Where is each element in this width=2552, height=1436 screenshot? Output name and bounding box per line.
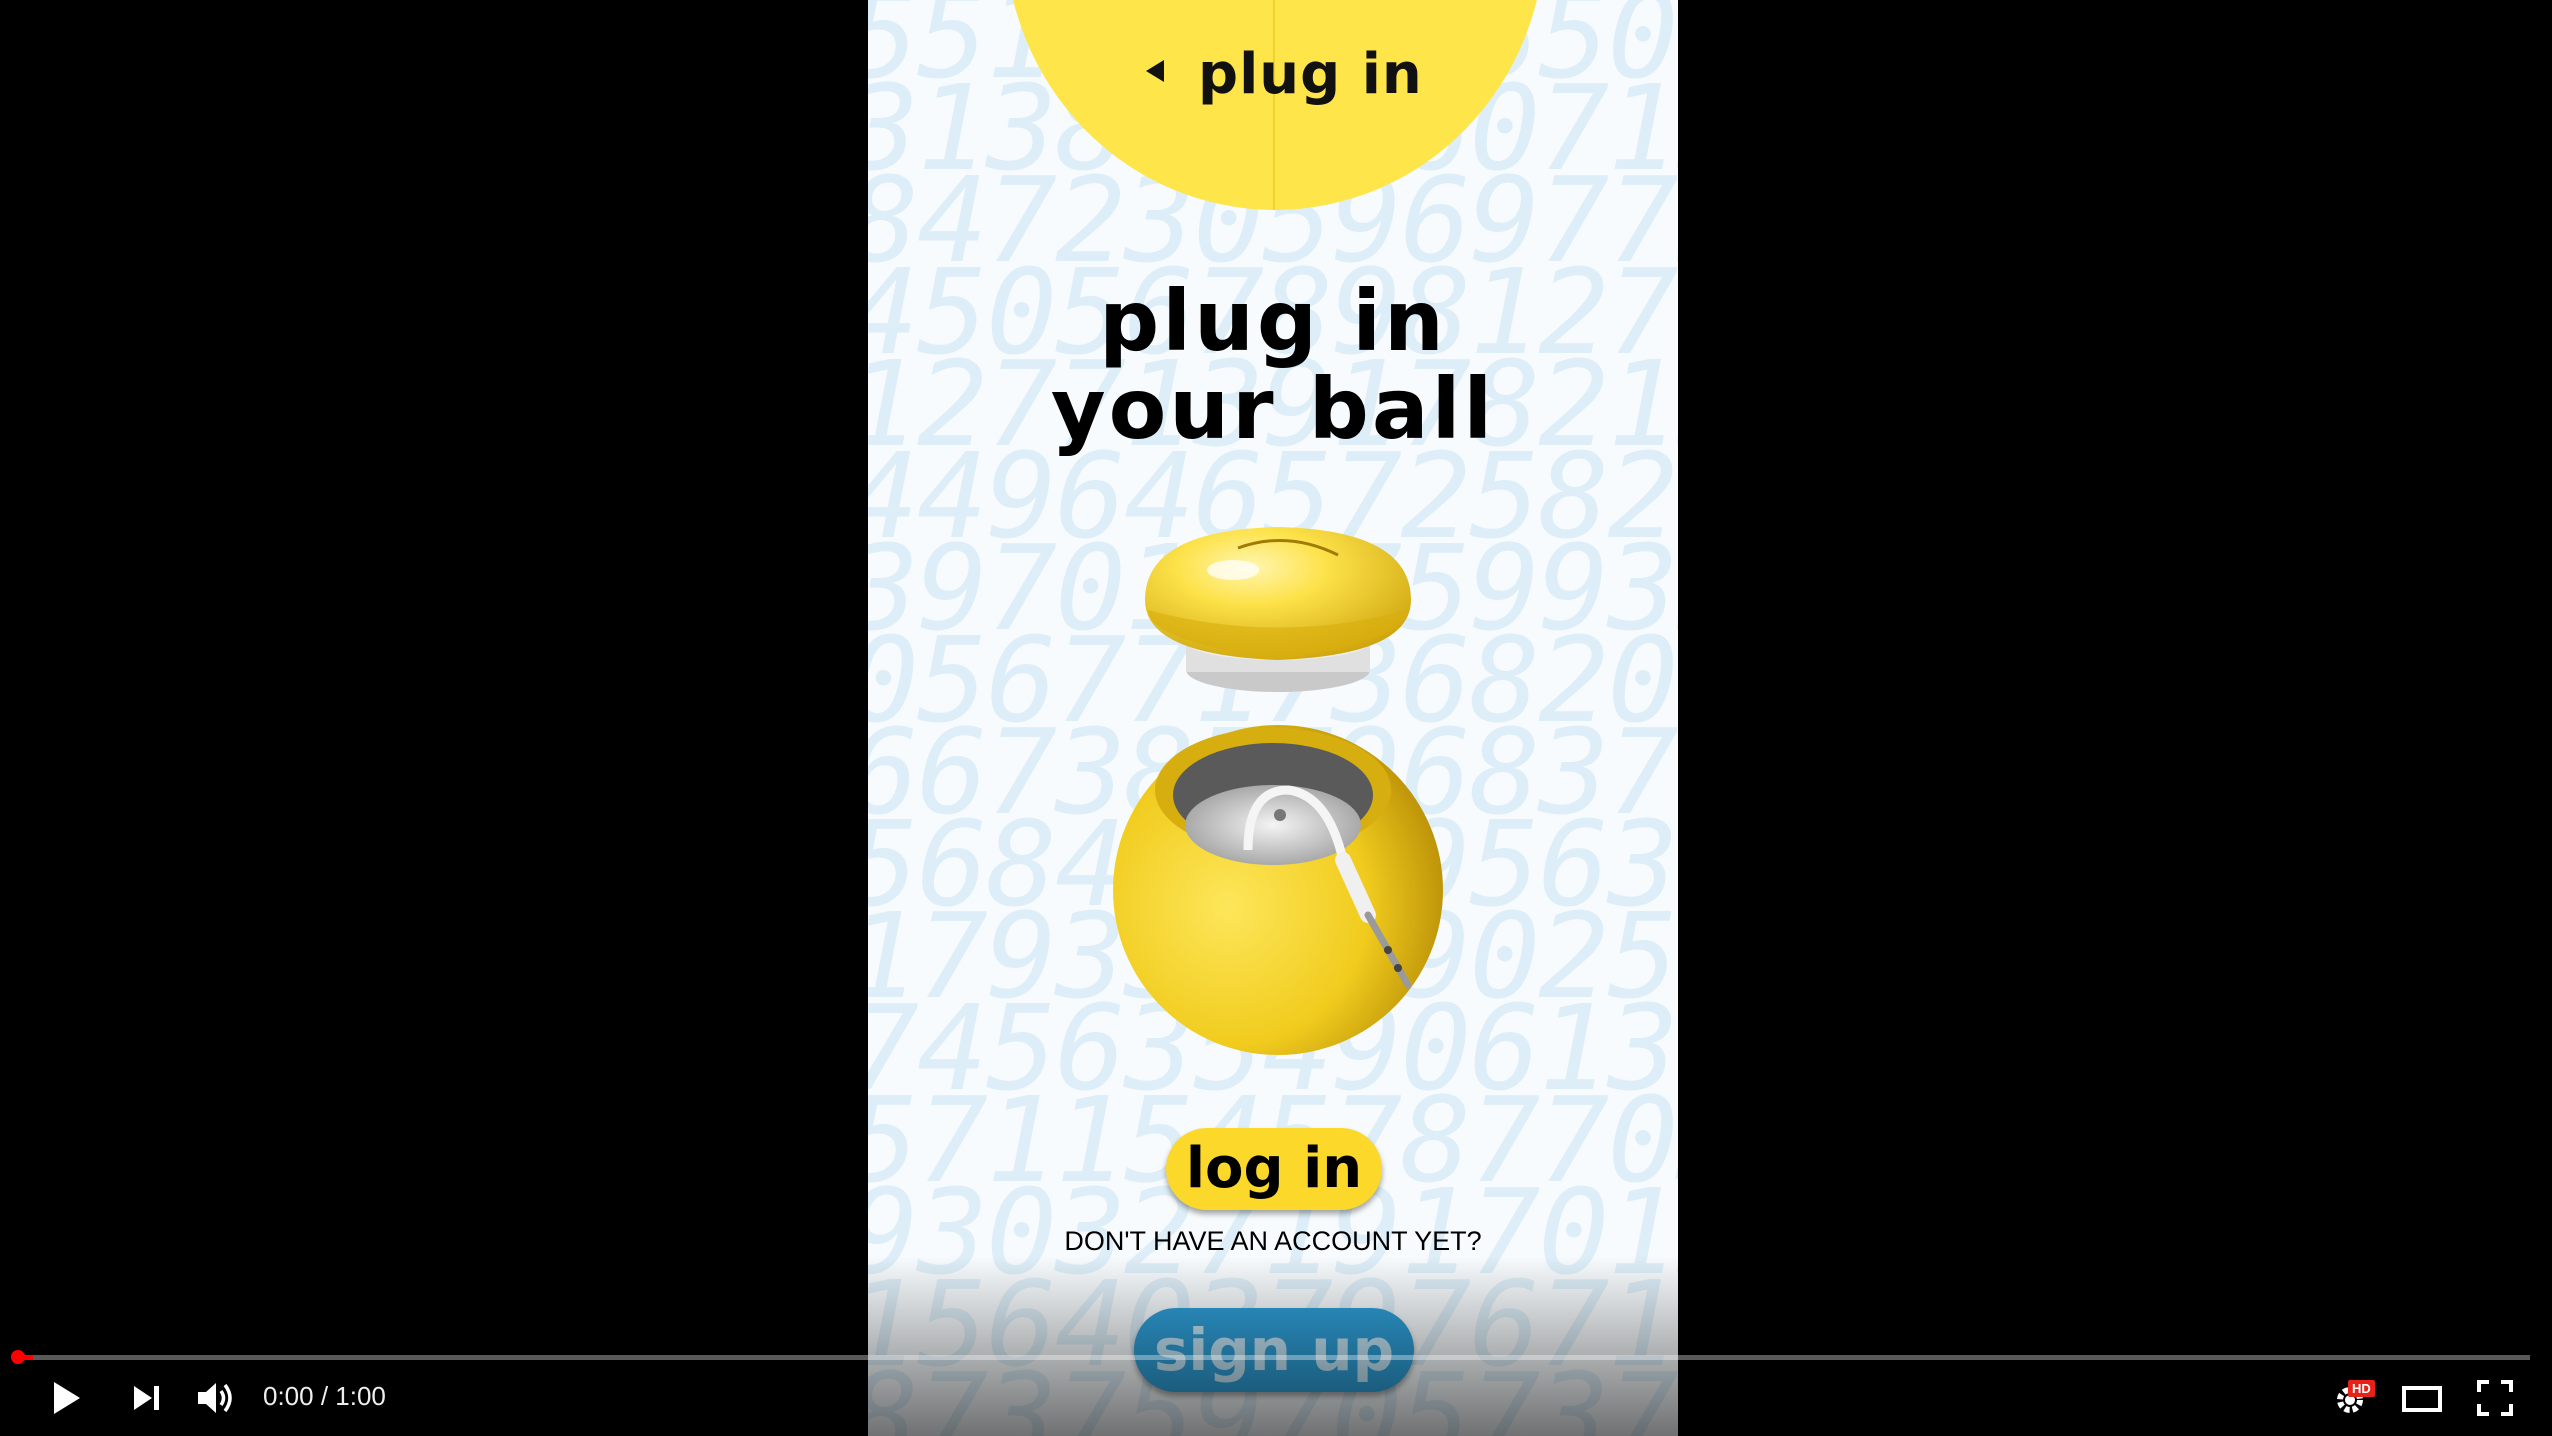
progress-bar[interactable] bbox=[11, 1350, 2530, 1364]
volume-button[interactable] bbox=[192, 1376, 240, 1420]
volume-icon bbox=[198, 1383, 232, 1413]
theater-mode-button[interactable] bbox=[2400, 1376, 2444, 1420]
play-button[interactable] bbox=[44, 1376, 88, 1420]
hd-badge: HD bbox=[2348, 1380, 2375, 1397]
time-display: 0:00 / 1:00 bbox=[263, 1381, 386, 1412]
current-time: 0:00 bbox=[263, 1381, 314, 1411]
login-button[interactable]: log in bbox=[1166, 1128, 1382, 1210]
speaker-ball-illustration bbox=[1113, 527, 1443, 1055]
duration: 1:00 bbox=[335, 1381, 386, 1411]
signup-button[interactable]: sign up bbox=[1134, 1308, 1414, 1392]
video-frame[interactable]: 5516804795504242313849786071520684723059… bbox=[868, 0, 1678, 1436]
theater-mode-icon bbox=[2402, 1386, 2442, 1412]
play-icon bbox=[54, 1382, 80, 1414]
fullscreen-icon bbox=[2477, 1380, 2513, 1416]
signup-button-label: sign up bbox=[1153, 1316, 1395, 1384]
account-prompt: DON'T HAVE AN ACCOUNT YET? bbox=[1064, 1226, 1482, 1256]
next-button[interactable] bbox=[124, 1376, 168, 1420]
time-separator: / bbox=[313, 1381, 336, 1411]
fullscreen-button[interactable] bbox=[2473, 1376, 2517, 1420]
progress-scrubber[interactable] bbox=[11, 1350, 25, 1364]
next-icon bbox=[134, 1386, 159, 1410]
login-button-label: log in bbox=[1185, 1136, 1363, 1201]
